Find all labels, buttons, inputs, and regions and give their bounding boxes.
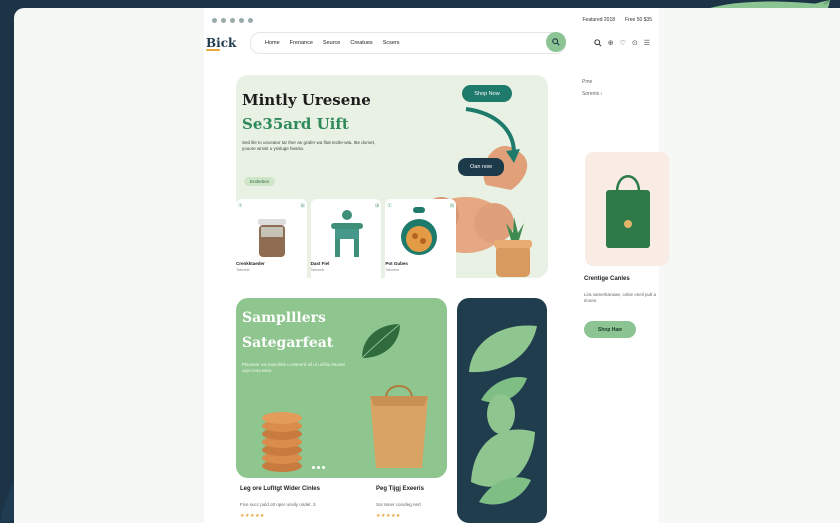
side-product-image-card[interactable] xyxy=(585,152,669,266)
promo-subtitle: Sategarfeat xyxy=(242,335,334,351)
hero-small-button[interactable]: Enderties xyxy=(244,177,276,186)
hero-subtitle: Se35ard Uift xyxy=(242,115,349,133)
shop-now-pill-button[interactable]: Shop Now xyxy=(462,85,512,102)
product-name: Pot Gubes xyxy=(385,261,408,266)
product-name: Crenkktaeder xyxy=(236,261,265,266)
rating-stars: ★★★★★ xyxy=(376,513,401,519)
top-utility-bar: Featured 2018 Free 50 $35 xyxy=(212,13,652,27)
browser-frame: Featured 2018 Free 50 $35 Bick Home Fren… xyxy=(14,8,840,523)
cart-icon[interactable]: ⊞ xyxy=(300,203,304,209)
search-icon[interactable] xyxy=(594,39,602,47)
nav-link-home[interactable]: Home xyxy=(265,40,280,46)
product-sub: Taborest xyxy=(310,268,325,272)
chevron-right-icon: › xyxy=(600,91,603,97)
search-button[interactable] xyxy=(546,32,566,52)
hero-title: Mintly Uresene xyxy=(242,91,371,109)
side-meta: Pme Sorents › xyxy=(582,76,602,100)
tag-icon: ① xyxy=(238,203,243,209)
site-logo[interactable]: Bick xyxy=(206,36,246,51)
side-meta-item[interactable]: Sorents › xyxy=(582,88,602,100)
green-leaves-illustration xyxy=(469,325,537,505)
rating-stars: ★★★★★ xyxy=(240,513,265,519)
product-sub: Taborest xyxy=(385,268,399,272)
nav-link-creatues[interactable]: Creatues xyxy=(350,40,372,46)
pinterest-icon[interactable] xyxy=(239,17,244,23)
product-card[interactable]: ① ⊞ Crenkktaeder Taborest xyxy=(236,199,307,278)
side-meta-item[interactable]: Pme xyxy=(582,76,602,88)
mail-icon[interactable] xyxy=(248,17,253,23)
product-row: ① ⊞ Crenkktaeder Taborest ⊞ Dast Fiel Ta… xyxy=(236,199,457,278)
twitter-icon[interactable] xyxy=(221,17,226,23)
twitter-icon[interactable] xyxy=(230,17,235,23)
nav-link-scsers[interactable]: Scsers xyxy=(383,40,400,46)
product-name: Dast Fiel xyxy=(310,261,330,266)
cart-icon[interactable]: ⊞ xyxy=(450,203,454,209)
promo-title: Samplllers xyxy=(242,310,326,326)
carousel-dots[interactable] xyxy=(312,466,325,469)
product-stool-image xyxy=(330,210,363,257)
nav-link-seurce[interactable]: Seurce xyxy=(323,40,340,46)
cart-icon[interactable]: ⊙ xyxy=(632,39,638,47)
nav-links-bar: Home Frenance Seurce Creatues Scsers xyxy=(250,32,566,54)
facebook-icon[interactable] xyxy=(212,17,217,23)
hero-dark-pill-button[interactable]: Oan now xyxy=(458,158,504,176)
shop-now-button[interactable]: Shop Haw xyxy=(584,321,636,338)
promo-card-subtitle: Sor tener conofeg nert xyxy=(376,502,421,507)
side-product-title: Crentige Canles xyxy=(584,276,630,282)
leaf-icon xyxy=(361,323,401,359)
leaf-feature-card[interactable] xyxy=(457,298,547,523)
green-tote-bag-image xyxy=(606,175,650,248)
product-jar-image xyxy=(258,219,286,257)
product-sub: Taborest xyxy=(236,268,250,272)
web-page: Featured 2018 Free 50 $35 Bick Home Fren… xyxy=(204,8,669,523)
promo-banner: Samplllers Sategarfeat Placeser ust inan… xyxy=(236,298,447,478)
cart-icon[interactable]: ⊞ xyxy=(375,203,379,209)
paper-bag-illustration xyxy=(370,385,428,468)
hero-banner: Mintly Uresene Se35ard Uift Sed ille to … xyxy=(236,75,548,278)
promo-description: Placeser ust inanchtie u-seteerd oil ut … xyxy=(242,362,345,373)
promo-card-subtitle: Fice succ puld ott oper unsily ondet. 3 xyxy=(240,502,316,507)
tag-icon: ① xyxy=(387,203,392,209)
product-pot-image xyxy=(401,207,438,255)
search-icon xyxy=(552,38,560,46)
promo-card-title[interactable]: Peg Tijgj Exeeris xyxy=(376,486,424,492)
main-navigation: Bick Home Frenance Seurce Creatues Scser… xyxy=(206,30,656,56)
side-product-text: Lira sameritaraiae, cekie oneil pult a i… xyxy=(584,292,657,303)
promo-card-title[interactable]: Leg ore Lufitgt Wider Cinles xyxy=(240,486,320,492)
top-meta-left: Featured 2018 xyxy=(582,17,616,23)
menu-icon[interactable]: ☰ xyxy=(644,39,650,47)
product-card[interactable]: ① ⊞ Pot Gubes Taborest xyxy=(385,199,457,278)
hero-description: Sed ille to unceator tar ther an grafer … xyxy=(242,140,376,151)
header-icons: ⊕ ♡ ⊙ ☰ xyxy=(594,39,656,47)
social-icons xyxy=(212,17,253,23)
heart-icon[interactable]: ♡ xyxy=(620,39,626,47)
nav-link-frenance[interactable]: Frenance xyxy=(290,40,313,46)
coin-stack-illustration xyxy=(262,412,302,472)
user-icon[interactable]: ⊕ xyxy=(608,39,614,47)
top-meta-right: Free 50 $35 xyxy=(625,17,652,23)
product-card[interactable]: ⊞ Dast Fiel Taborest xyxy=(310,199,382,278)
